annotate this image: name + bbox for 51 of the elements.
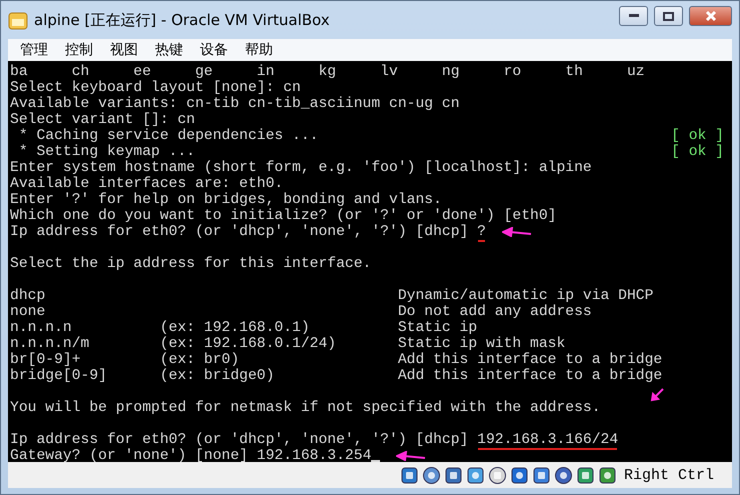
- terminal-line: Select keyboard layout [none]: cn: [10, 80, 301, 96]
- terminal-line: none Do not add any address: [10, 304, 592, 320]
- terminal-line: n.n.n.n/m (ex: 192.168.0.1/24) Static ip with mask: [10, 336, 566, 352]
- terminal-line: Enter system hostname (short form, e.g. 'foo') [localhost]: alpine: [10, 160, 592, 176]
- window-title: alpine [正在运行] - Oracle VM VirtualBox: [34, 10, 331, 30]
- device-icon[interactable]: [422, 466, 441, 484]
- arrow-icon: [502, 227, 532, 237]
- device-icon[interactable]: [510, 466, 529, 484]
- menu-item[interactable]: 管理: [12, 41, 57, 59]
- terminal-line: Available variants: cn-tib cn-tib_asciinum cn-ug cn: [10, 96, 460, 112]
- device-icon[interactable]: [598, 466, 617, 484]
- device-icon[interactable]: [532, 466, 551, 484]
- device-icon[interactable]: [576, 466, 595, 484]
- device-icon[interactable]: [400, 466, 419, 484]
- minimize-icon: [628, 14, 638, 18]
- host-key-label: Right Ctrl: [624, 466, 714, 484]
- terminal-line: Ip address for eth0? (or 'dhcp', 'none', '?') [dhcp]: [10, 432, 470, 448]
- minimize-button[interactable]: [619, 6, 648, 26]
- terminal-line: You will be prompted for netmask if not specified with the address.: [10, 400, 601, 416]
- menu-item[interactable]: 控制: [57, 41, 102, 59]
- app-icon: [8, 10, 28, 30]
- terminal-line: Gateway? (or 'none') [none]: [10, 448, 249, 462]
- terminal-line: Ip address for eth0? (or 'dhcp', 'none', '?') [dhcp]: [10, 224, 470, 240]
- maximize-button[interactable]: [654, 6, 683, 26]
- ok-status: [ ok ]: [671, 144, 724, 160]
- arrow-icon: [396, 451, 426, 461]
- terminal-line: Which one do you want to initialize? (or '?' or 'done') [eth0]: [10, 208, 556, 224]
- maximize-icon: [663, 12, 674, 20]
- menu-item[interactable]: 视图: [102, 41, 147, 59]
- close-button[interactable]: [689, 6, 732, 26]
- terminal-line: Enter '?' for help on bridges, bonding and vlans.: [10, 192, 442, 208]
- terminal-line: br[0-9]+ (ex: br0) Add this interface to a bridge: [10, 352, 662, 368]
- ok-status: [ ok ]: [671, 128, 724, 144]
- close-icon: [704, 10, 716, 22]
- device-icon[interactable]: [466, 466, 485, 484]
- terminal-line: Available interfaces are: eth0.: [10, 176, 284, 192]
- menu-item[interactable]: 设备: [192, 41, 237, 59]
- terminal-line: bridge[0-9] (ex: bridge0) Add this interface to a bridge: [10, 368, 662, 384]
- terminal-line: * Caching service dependencies ...: [18, 128, 318, 144]
- terminal-line: * Setting keymap ...: [18, 144, 196, 160]
- device-icon[interactable]: [488, 466, 507, 484]
- menu-item[interactable]: 帮助: [237, 41, 282, 59]
- arrow-icon: [650, 388, 664, 402]
- terminal-line: ba ch ee ge in kg lv ng ro th uz: [10, 64, 645, 80]
- terminal-line: Select the ip address for this interface.: [10, 256, 372, 272]
- terminal-line: dhcp Dynamic/automatic ip via DHCP: [10, 288, 654, 304]
- menu-item[interactable]: 热键: [147, 41, 192, 59]
- terminal-line: n.n.n.n (ex: 192.168.0.1) Static ip: [10, 320, 478, 336]
- device-icon[interactable]: [554, 466, 573, 484]
- terminal-line: Select variant []: cn: [10, 112, 196, 128]
- device-icon[interactable]: [444, 466, 463, 484]
